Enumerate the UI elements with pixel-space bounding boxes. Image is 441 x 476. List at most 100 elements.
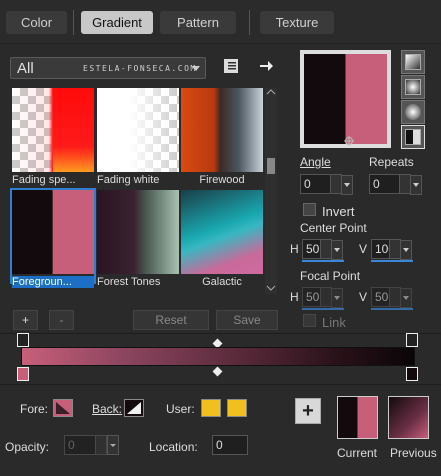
fore-label: Fore: <box>20 402 49 416</box>
previous-label: Previous <box>390 446 437 460</box>
gradient-tile-fading-white[interactable]: Fading white <box>97 88 179 186</box>
focal-v-slider[interactable] <box>371 308 413 310</box>
stepper-arrows-icon[interactable] <box>320 240 331 258</box>
preview-swatch <box>304 54 387 146</box>
center-h-slider[interactable] <box>302 260 344 262</box>
current-swatch[interactable] <box>337 396 378 439</box>
chevron-down-icon[interactable] <box>400 288 412 308</box>
tab-color[interactable]: Color <box>6 11 67 34</box>
angle-stepper[interactable]: 0 <box>300 174 353 195</box>
opacity-stop-right[interactable] <box>406 333 418 347</box>
stepper-arrows-icon[interactable] <box>399 175 410 193</box>
repeats-stepper[interactable]: 0 <box>369 174 422 195</box>
tile-label: Galactic <box>202 276 242 288</box>
stepper-arrows-icon[interactable] <box>389 288 400 306</box>
gradient-swatch <box>181 88 263 172</box>
stepper-arrows-icon[interactable] <box>330 175 341 193</box>
remove-gradient-button[interactable]: - <box>49 310 74 330</box>
tile-label: Firewood <box>199 174 245 186</box>
category-value: All <box>17 60 34 77</box>
add-gradient-button[interactable]: + <box>13 310 38 330</box>
tile-label: Fading white <box>97 174 160 186</box>
color-midpoint[interactable] <box>212 366 223 377</box>
add-swatch-button[interactable]: + <box>295 398 321 424</box>
save-button[interactable]: Save <box>216 310 278 330</box>
scroll-down-icon[interactable] <box>265 284 277 292</box>
rectangular-style-icon[interactable] <box>401 75 425 99</box>
opacity-dropdown[interactable] <box>107 435 119 455</box>
location-field[interactable]: 0 <box>212 435 248 455</box>
back-swatch[interactable] <box>124 399 144 417</box>
focal-h-label: H <box>290 290 299 304</box>
gradient-tile-forest-tones[interactable]: Forest Tones <box>97 190 179 288</box>
radial-style-icon[interactable] <box>401 100 425 124</box>
watermark-text: ESTELA-FONSECA.COM <box>83 64 197 73</box>
user-label: User: <box>166 402 195 416</box>
invert-label: Invert <box>322 204 355 219</box>
center-v-slider[interactable] <box>371 260 413 262</box>
center-v-label: V <box>359 242 368 256</box>
focal-h-slider[interactable] <box>302 308 344 310</box>
chevron-down-icon[interactable] <box>400 240 412 260</box>
gradient-tile-fading-spectrum[interactable]: Fading spe... <box>12 88 94 186</box>
stepper-arrows-icon[interactable] <box>389 240 400 258</box>
gradient-swatch <box>12 88 94 172</box>
opacity-value: 0 <box>68 438 75 452</box>
tab-gradient[interactable]: Gradient <box>81 11 153 34</box>
library-scrollbar[interactable] <box>265 88 277 294</box>
gradient-swatch <box>97 190 179 274</box>
previous-swatch[interactable] <box>388 396 429 439</box>
color-stop-right[interactable] <box>406 367 418 381</box>
focal-v-value: 50 <box>375 290 389 304</box>
center-v-stepper[interactable]: 100 <box>371 239 412 260</box>
focal-point-label: Focal Point <box>300 269 361 283</box>
repeats-value: 0 <box>373 177 380 191</box>
chevron-down-icon[interactable] <box>331 288 343 308</box>
angle-label: Angle <box>300 155 331 169</box>
focal-h-value: 50 <box>306 290 320 304</box>
fore-swatch[interactable] <box>53 399 73 417</box>
center-h-stepper[interactable]: 50 <box>302 239 343 260</box>
divider <box>0 384 441 385</box>
focal-v-stepper[interactable]: 50 <box>371 287 412 308</box>
current-label: Current <box>337 446 378 460</box>
reset-button[interactable]: Reset <box>133 310 209 330</box>
chevron-down-icon[interactable] <box>410 175 422 195</box>
focal-h-stepper[interactable]: 50 <box>302 287 343 308</box>
scroll-thumb[interactable] <box>267 158 275 174</box>
gradient-swatch <box>181 190 263 274</box>
center-point-icon[interactable] <box>344 136 354 146</box>
gradient-preview[interactable] <box>300 50 391 148</box>
tab-texture[interactable]: Texture <box>260 11 334 34</box>
opacity-stepper[interactable]: 0 <box>64 435 107 455</box>
stepper-arrows-icon[interactable] <box>320 288 331 306</box>
center-point-label: Center Point <box>300 221 367 235</box>
gradient-tile-firewood[interactable]: Firewood <box>181 88 263 186</box>
gradient-bar[interactable] <box>21 347 415 366</box>
stepper-arrows-icon[interactable] <box>95 436 106 454</box>
library-view-icon[interactable] <box>224 57 240 75</box>
sunburst-style-icon[interactable] <box>401 125 425 149</box>
location-label: Location: <box>149 440 198 454</box>
user-swatch[interactable] <box>201 399 221 417</box>
chevron-down-icon[interactable] <box>331 240 343 260</box>
user-swatch-alt[interactable] <box>227 399 247 417</box>
scroll-up-icon[interactable] <box>265 88 277 96</box>
opacity-stop-left[interactable] <box>17 333 29 347</box>
tab-divider <box>73 10 74 35</box>
color-stop-left[interactable] <box>17 367 29 381</box>
link-checkbox[interactable] <box>303 314 316 327</box>
tile-label: Forest Tones <box>97 276 161 288</box>
tab-divider <box>249 10 250 35</box>
center-h-label: H <box>290 242 299 256</box>
link-label: Link <box>322 315 346 330</box>
arrow-right-icon[interactable] <box>258 58 274 74</box>
linear-style-icon[interactable] <box>401 50 425 74</box>
category-select[interactable]: All ESTELA-FONSECA.COM <box>10 57 206 79</box>
gradient-tile-galactic[interactable]: Galactic <box>181 190 263 288</box>
chevron-down-icon[interactable] <box>341 175 353 195</box>
gradient-tile-foreground-background[interactable]: Foregroun... <box>10 188 96 288</box>
tab-pattern[interactable]: Pattern <box>160 11 236 34</box>
repeats-label: Repeats <box>369 155 414 169</box>
invert-checkbox[interactable] <box>303 203 316 216</box>
